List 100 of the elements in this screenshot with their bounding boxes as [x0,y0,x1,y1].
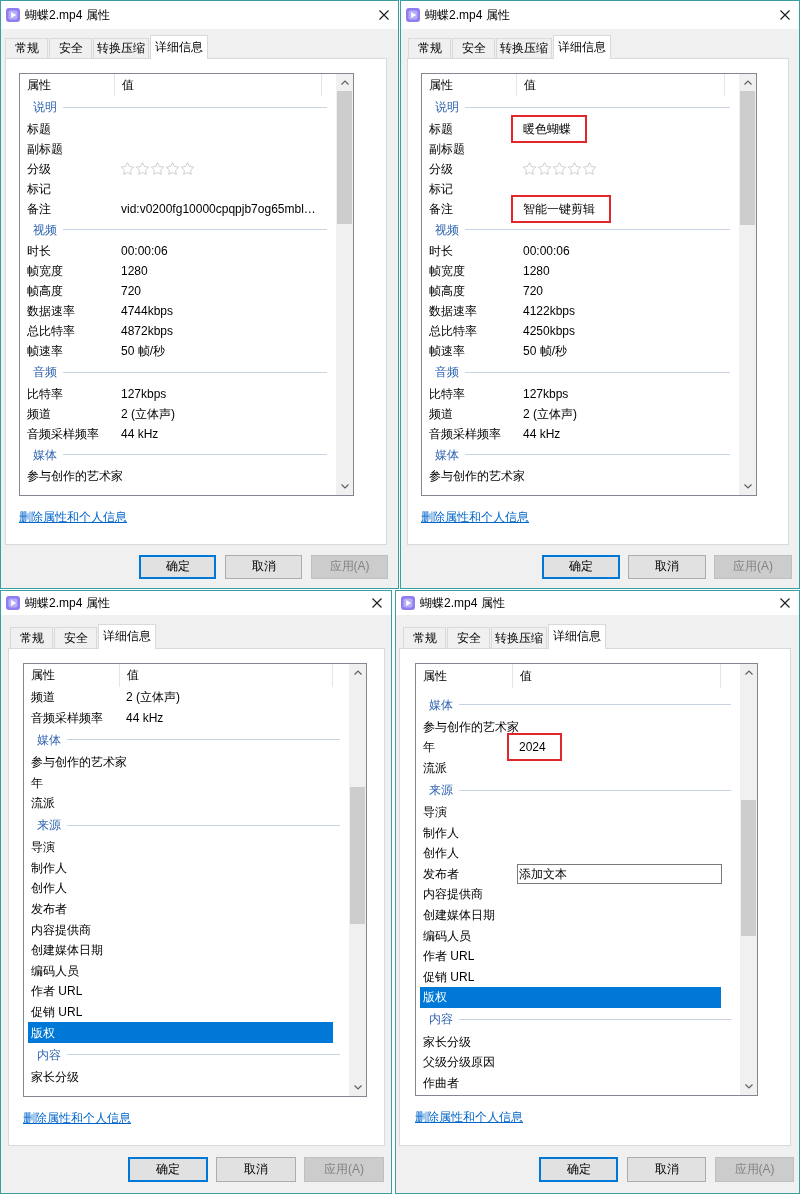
list-row[interactable]: 作者 URL [420,945,721,967]
list-row[interactable]: 备注 vid:v0200fg10000cpqpjb7og65mbl… [24,198,322,219]
scroll-thumb[interactable] [337,91,352,224]
star-icon[interactable] [181,162,194,175]
column-header[interactable]: 值 [115,74,322,96]
list-row[interactable]: 导演 [28,836,333,858]
star-rating[interactable] [121,162,194,175]
column-header[interactable]: 值 [120,664,333,687]
list-row[interactable]: 标记 [24,178,322,199]
close-icon[interactable] [379,10,389,20]
list-row[interactable]: 创作人 [28,878,333,899]
star-icon[interactable] [121,162,134,175]
star-icon[interactable] [583,162,596,175]
tab[interactable]: 安全 [49,38,92,58]
chevron-up-icon[interactable] [340,80,349,85]
star-icon[interactable] [166,162,179,175]
tab[interactable]: 常规 [5,38,48,58]
list-row[interactable]: 发布者 [28,898,333,920]
list-row[interactable]: 发布者 添加文本 [420,863,722,885]
dialog-button[interactable]: 确定 [128,1157,208,1182]
properties-link[interactable]: 删除属性和个人信息 [415,1109,523,1125]
column-header[interactable]: 值 [517,74,725,96]
tab[interactable]: 常规 [10,627,53,648]
tab[interactable]: 常规 [403,627,446,648]
chevron-up-icon[interactable] [743,80,752,85]
tab[interactable]: 常规 [408,38,451,58]
list-row[interactable]: 内容提供商 [420,884,721,905]
list-row[interactable]: 编码人员 [28,960,333,982]
list-row[interactable]: 标记 [426,178,725,199]
list-row[interactable]: 内容提供商 [28,919,333,940]
tab[interactable]: 详细信息 [553,35,611,59]
list-row[interactable]: 参与创作的艺术家 [420,716,721,738]
scroll-thumb[interactable] [740,91,755,225]
list-row[interactable]: 音频采样频率 44 kHz [426,423,725,444]
dialog-button[interactable]: 确定 [542,554,620,579]
dialog-button[interactable]: 取消 [225,554,302,579]
list-row[interactable]: 时长 00:00:06 [426,241,725,261]
column-header[interactable]: 值 [513,664,721,688]
list-row[interactable]: 标题 暖色蝴蝶 [426,118,725,139]
list-row[interactable]: 促销 URL [420,966,721,988]
list-row[interactable]: 副标题 [24,138,322,159]
star-icon[interactable] [538,162,551,175]
tab[interactable]: 安全 [447,627,490,648]
dialog-button[interactable]: 确定 [139,554,216,579]
dialog-button[interactable]: 确定 [539,1157,618,1182]
scrollbar[interactable] [740,664,757,1095]
list-row[interactable]: 标题 [24,118,322,139]
list-row[interactable]: 年 [28,772,333,793]
list-row[interactable]: 比特率 127kbps [426,383,725,404]
list-row[interactable]: 备注 智能一键剪辑 [426,198,725,219]
column-header[interactable]: 属性 [24,664,120,687]
tab[interactable]: 安全 [452,38,495,58]
list-row[interactable]: 帧速率 50 帧/秒 [24,341,322,361]
list-row[interactable]: 父级分级原因 [420,1051,721,1073]
tab[interactable]: 转换压缩 [93,38,149,58]
list-row[interactable]: 分级 [426,158,725,179]
star-icon[interactable] [523,162,536,175]
list-row[interactable]: 年 2024 [420,737,721,758]
list-row[interactable]: 家长分级 [420,1031,721,1052]
scrollbar[interactable] [336,74,353,495]
list-row[interactable]: 创作人 [420,842,721,864]
tab[interactable]: 安全 [54,627,97,648]
list-row[interactable]: 频道 2 (立体声) [426,403,725,424]
list-row[interactable]: 参与创作的艺术家 [24,466,322,486]
list-row[interactable]: 音频采样频率 44 kHz [28,707,333,729]
list-row[interactable]: 版权 [28,1022,333,1043]
list-row[interactable]: 流派 [28,792,333,814]
chevron-down-icon[interactable] [744,1084,753,1089]
chevron-up-icon[interactable] [353,670,362,675]
list-row[interactable]: 总比特率 4250kbps [426,321,725,341]
column-header[interactable]: 属性 [20,74,115,96]
list-row[interactable]: 版权 [420,987,721,1008]
list-row[interactable]: 制作人 [28,857,333,879]
scrollbar[interactable] [349,664,366,1096]
close-icon[interactable] [372,598,382,608]
tab[interactable]: 详细信息 [150,35,208,59]
properties-link[interactable]: 删除属性和个人信息 [421,509,529,525]
list-row[interactable]: 频道 2 (立体声) [28,687,333,708]
list-row[interactable]: 家长分级 [28,1066,333,1087]
tab[interactable]: 转换压缩 [496,38,552,58]
list-row[interactable]: 音频采样频率 44 kHz [24,423,322,444]
list-row[interactable]: 帧宽度 1280 [24,261,322,281]
dialog-button[interactable]: 取消 [216,1157,296,1182]
list-row[interactable]: 参与创作的艺术家 [426,466,725,486]
list-row[interactable]: 频道 2 (立体声) [24,403,322,424]
column-header[interactable]: 属性 [422,74,517,96]
scroll-thumb[interactable] [350,787,365,924]
properties-link[interactable]: 删除属性和个人信息 [23,1110,131,1126]
list-row[interactable]: 制作人 [420,822,721,843]
list-row[interactable]: 副标题 [426,138,725,159]
list-row[interactable]: 作曲者 [420,1072,721,1093]
properties-link[interactable]: 删除属性和个人信息 [19,509,127,525]
text-field[interactable]: 添加文本 [517,863,722,884]
list-row[interactable]: 帧速率 50 帧/秒 [426,341,725,361]
list-row[interactable]: 创建媒体日期 [420,904,721,926]
list-row[interactable]: 促销 URL [28,1001,333,1023]
star-icon[interactable] [136,162,149,175]
list-row[interactable]: 导演 [420,801,721,823]
star-rating[interactable] [523,162,596,175]
list-row[interactable]: 数据速率 4122kbps [426,301,725,321]
